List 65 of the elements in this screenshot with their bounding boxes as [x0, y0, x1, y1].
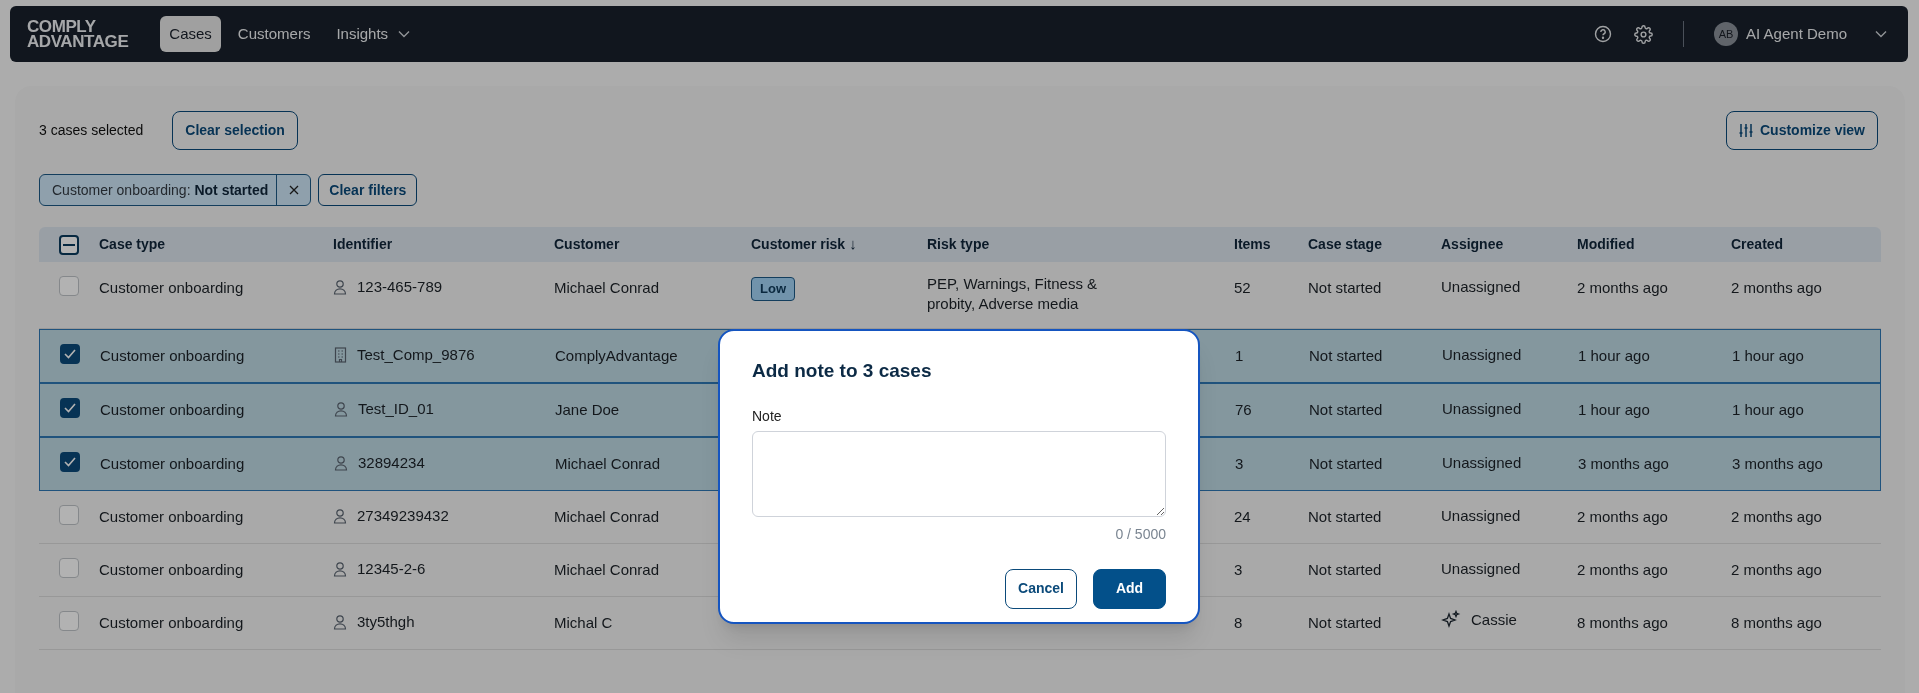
- table-cell: Customer onboarding: [100, 455, 245, 472]
- filter-label: Customer onboarding: Not started: [51, 180, 270, 200]
- table-cell: Not started: [1308, 508, 1382, 525]
- table-cell: Not started: [1309, 347, 1383, 364]
- table-cell: 3 months ago: [1732, 455, 1823, 472]
- table-cell: Not started: [1309, 401, 1383, 418]
- table-cell: 8 months ago: [1577, 614, 1668, 631]
- table-cell: 8 months ago: [1731, 614, 1822, 631]
- table-cell: Customer onboarding: [100, 401, 245, 418]
- table-cell-text: 27349239432: [357, 506, 449, 526]
- table-cell: 1 hour ago: [1732, 401, 1804, 418]
- table-cell: Customer onboarding: [99, 279, 244, 296]
- table-cell: Michael Conrad: [554, 561, 660, 578]
- table-cell: Not started: [1308, 279, 1382, 296]
- table-cell-text: 12345-2-6: [357, 559, 426, 579]
- table-cell: Customer onboarding: [100, 347, 245, 364]
- table-cell-text: Unassigned: [1441, 277, 1521, 297]
- table-cell-text: 32894234: [358, 453, 425, 473]
- table-cell: 1 hour ago: [1578, 401, 1650, 418]
- table-cell-text: Test_Comp_9876: [357, 345, 475, 365]
- table-cell: 1 hour ago: [1578, 347, 1650, 364]
- table-cell: Customer onboarding: [99, 614, 244, 631]
- table-cell-text: 3ty5thgh: [357, 612, 415, 632]
- table-cell: 2 months ago: [1577, 279, 1668, 296]
- avatar: AB: [1714, 22, 1739, 46]
- table-cell: 24: [1234, 508, 1251, 525]
- table-cell-text: Unassigned: [1442, 453, 1522, 473]
- table-cell: 3: [1235, 455, 1244, 472]
- table-cell: 1: [1235, 347, 1244, 364]
- table-cell-text: Cassie: [1471, 610, 1517, 630]
- risk-badge: Low: [751, 277, 795, 301]
- table-cell-text: Test_ID_01: [358, 399, 434, 419]
- table-cell: Jane Doe: [555, 401, 620, 418]
- table-cell: Michael Conrad: [554, 279, 660, 296]
- table-cell: ComplyAdvantage: [555, 347, 678, 364]
- table-cell-text: 123-465-789: [357, 277, 443, 297]
- table-cell: 76: [1235, 401, 1252, 418]
- table-cell: Michael Conrad: [555, 455, 661, 472]
- table-cell-text: Unassigned: [1442, 345, 1522, 365]
- table-cell-text: Unassigned: [1442, 399, 1522, 419]
- table-cell-text: Unassigned: [1441, 506, 1521, 526]
- table-cell: 3 months ago: [1578, 455, 1669, 472]
- table-cell: Michal C: [554, 614, 613, 631]
- table-cell: Not started: [1308, 614, 1382, 631]
- table-cell-text: Unassigned: [1441, 559, 1521, 579]
- table-cell: Customer onboarding: [99, 561, 244, 578]
- table-cell: 1 hour ago: [1732, 347, 1804, 364]
- table-cell: 2 months ago: [1731, 508, 1822, 525]
- character-counter: 0 / 5000: [1114, 524, 1166, 544]
- table-cell: 52: [1234, 279, 1251, 296]
- table-cell: Customer onboarding: [99, 508, 244, 525]
- table-cell: 3: [1234, 561, 1243, 578]
- table-cell: Michael Conrad: [554, 508, 660, 525]
- field-label: Note: [752, 406, 783, 426]
- table-cell: 2 months ago: [1577, 508, 1668, 525]
- table-cell: 2 months ago: [1731, 279, 1822, 296]
- selection-count: 3 cases selected: [39, 120, 144, 140]
- user-name: AI Agent Demo: [1746, 23, 1847, 44]
- table-cell-text: PEP, Warnings, Fitness & probity, Adverse media: [927, 274, 1099, 314]
- table-cell: 8: [1234, 614, 1243, 631]
- table-cell: Not started: [1309, 455, 1383, 472]
- table-cell: 2 months ago: [1731, 561, 1822, 578]
- dialog-title: Add note to 3 cases: [752, 359, 933, 383]
- table-cell: 2 months ago: [1577, 561, 1668, 578]
- table-cell: Not started: [1308, 561, 1382, 578]
